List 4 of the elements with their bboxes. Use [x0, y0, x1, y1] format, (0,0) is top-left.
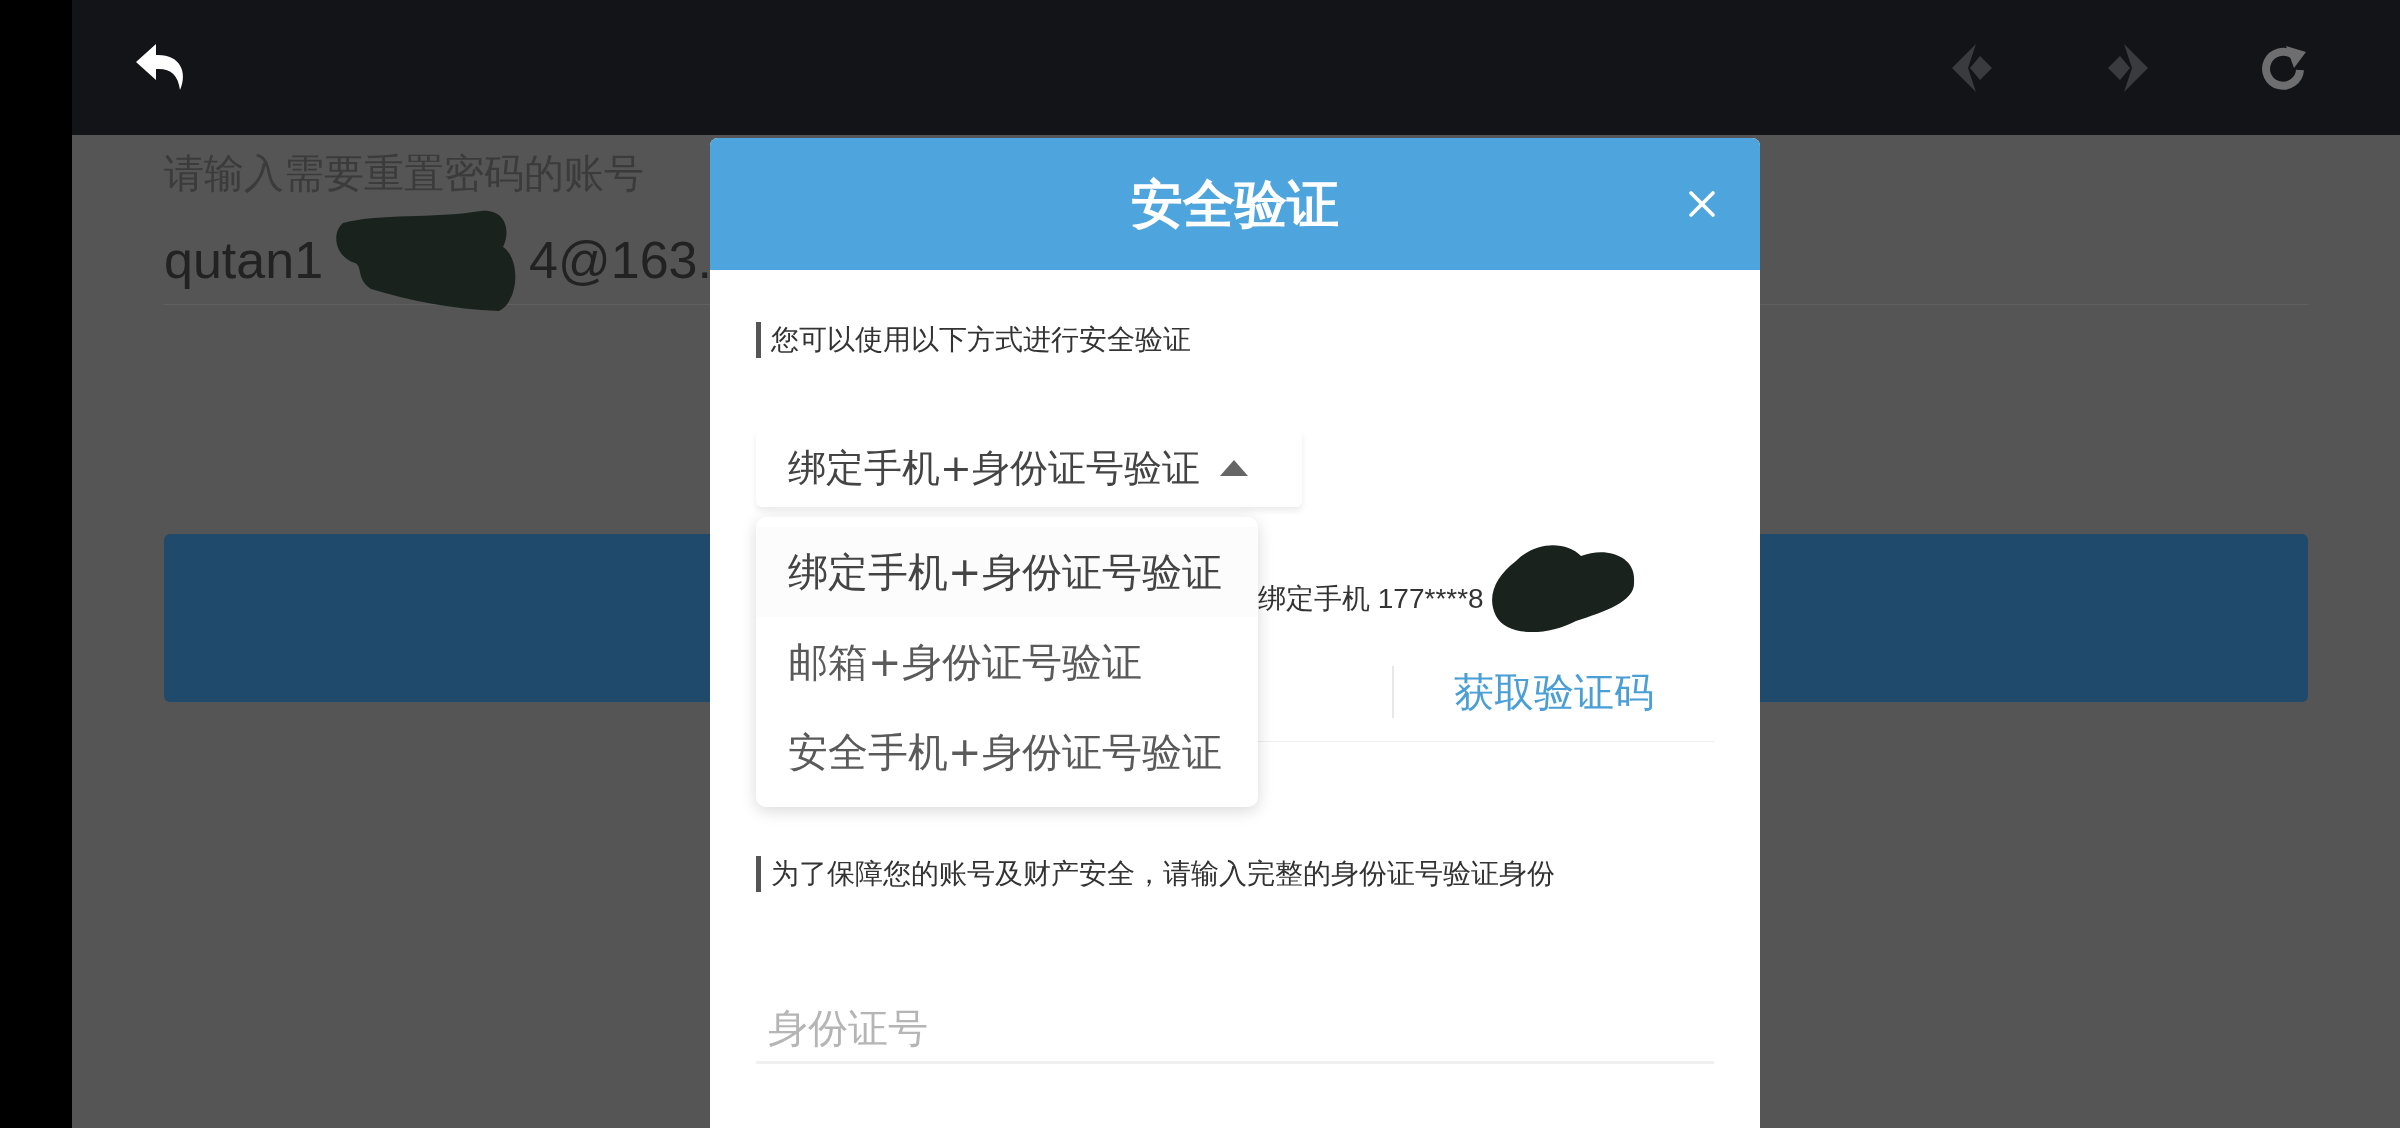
dialog-title: 安全验证: [1131, 173, 1339, 236]
section-label: 您可以使用以下方式进行安全验证: [771, 322, 1191, 358]
section-label: 为了保障您的账号及财产安全，请输入完整的身份证号验证身份: [771, 856, 1555, 892]
phone-text: 绑定手机 177****8: [1258, 582, 1484, 616]
